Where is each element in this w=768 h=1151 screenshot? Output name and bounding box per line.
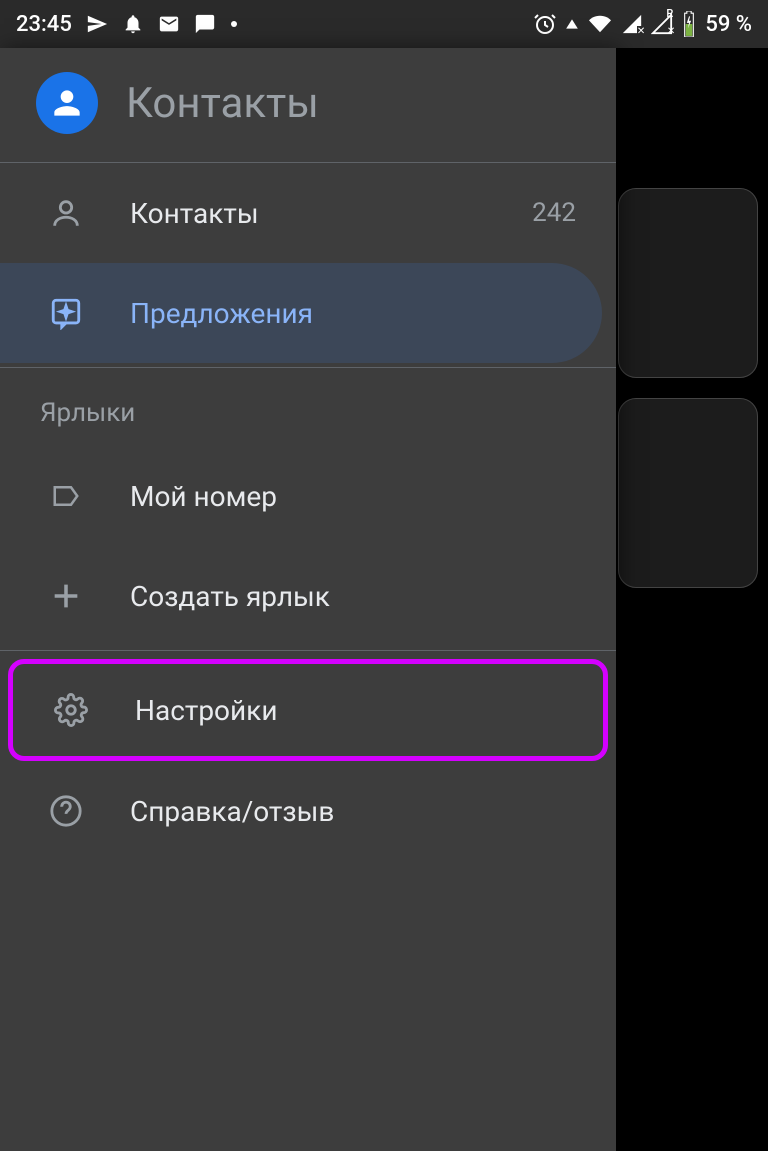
app-logo-icon [36, 72, 98, 134]
label-icon [48, 481, 84, 511]
wifi-icon [587, 13, 613, 35]
help-icon [48, 794, 84, 828]
nav-item-settings[interactable]: Настройки [13, 664, 603, 756]
nav-item-help[interactable]: Справка/отзыв [0, 761, 616, 861]
gear-icon [53, 693, 89, 727]
nav-item-contacts[interactable]: Контакты 242 [0, 163, 616, 263]
navigation-drawer: Контакты Контакты 242 Предложения Ярлыки… [0, 48, 616, 1151]
battery-icon [681, 11, 697, 37]
mail-icon [158, 13, 180, 35]
notification-bell-icon [122, 13, 144, 35]
nav-item-suggestions[interactable]: Предложения [0, 263, 602, 363]
telegram-icon [86, 13, 108, 35]
settings-highlight: Настройки [8, 659, 608, 761]
alarm-icon [533, 12, 557, 36]
nav-label: Создать ярлык [130, 580, 584, 613]
dot-icon [230, 20, 238, 28]
nav-item-my-number[interactable]: Мой номер [0, 446, 616, 546]
nav-item-create-label[interactable]: Создать ярлык [0, 546, 616, 646]
chat-icon [194, 13, 216, 35]
app-title: Контакты [126, 79, 319, 128]
labels-section-header: Ярлыки [0, 368, 616, 446]
contacts-count: 242 [532, 198, 584, 228]
divider [0, 650, 616, 651]
signal-icon: ✕ [621, 13, 643, 35]
assistant-icon [48, 296, 84, 330]
status-bar: 23:45 ✕ R ✕ [0, 0, 768, 48]
battery-percent: 59 % [705, 12, 752, 37]
nav-label: Предложения [130, 297, 570, 330]
nav-label: Контакты [130, 197, 486, 230]
triangle-up-icon [565, 17, 579, 31]
nav-label: Настройки [135, 694, 571, 727]
plus-icon [48, 579, 84, 613]
nav-label: Справка/отзыв [130, 795, 584, 828]
signal-roaming-icon: R ✕ [651, 13, 673, 35]
status-time: 23:45 [16, 12, 72, 37]
person-icon [48, 196, 84, 230]
background-content [618, 48, 768, 1151]
nav-label: Мой номер [130, 480, 584, 513]
drawer-header: Контакты [0, 48, 616, 162]
